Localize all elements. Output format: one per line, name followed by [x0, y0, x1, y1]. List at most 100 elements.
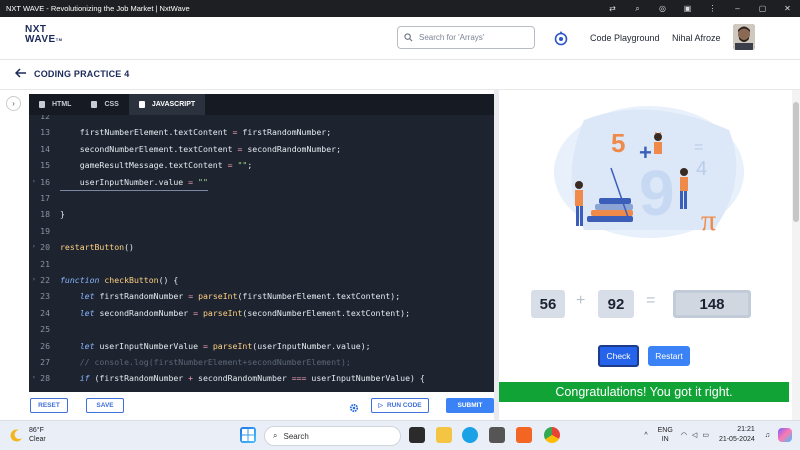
css-file-icon — [91, 101, 98, 108]
battery-icon[interactable]: ▭ — [702, 431, 709, 439]
code-line[interactable]: 28 › if (firstRandomNumber + secondRandom… — [29, 370, 494, 386]
left-strip: › — [0, 90, 28, 420]
minimize-icon[interactable]: – — [725, 4, 750, 13]
code-line[interactable]: 26 let userInputNumberValue = parseInt(u… — [29, 338, 494, 354]
code-line[interactable]: 22 › function checkButton() { — [29, 272, 494, 288]
avatar[interactable] — [733, 24, 755, 50]
fold-arrow-icon[interactable]: › — [32, 272, 36, 288]
code-text: let firstRandomNumber = parseInt(firstNu… — [79, 291, 401, 302]
nxtwave-app-icon[interactable] — [409, 427, 425, 443]
moon-icon — [10, 429, 22, 442]
nxtwave-logo[interactable]: NXT WAVETM — [25, 25, 63, 45]
copilot-icon[interactable] — [778, 428, 792, 442]
search-input[interactable]: Search for 'Arrays' — [397, 26, 535, 49]
code-line[interactable]: 24 let secondRandomNumber = parseInt(sec… — [29, 305, 494, 321]
brave-icon[interactable] — [516, 427, 532, 443]
user-input-field[interactable]: 148 — [673, 290, 751, 318]
svg-text:9: 9 — [639, 157, 675, 229]
code-playground-link[interactable]: Code Playground — [590, 33, 660, 43]
taskbar-search-label: Search — [283, 431, 309, 441]
code-line[interactable]: 18} — [29, 206, 494, 222]
menu-icon[interactable]: ⋮ — [700, 4, 725, 13]
reset-button[interactable]: RESET — [30, 398, 68, 413]
cube-app-icon[interactable] — [489, 427, 505, 443]
wifi-icon[interactable]: ◠ — [681, 431, 687, 439]
line-number: 21 — [40, 258, 50, 269]
code-text: restartButton() — [60, 242, 134, 253]
code-line[interactable]: 23 let firstRandomNumber = parseInt(firs… — [29, 288, 494, 304]
weather-desc: Clear — [29, 436, 46, 443]
system-tray: ^ ENG IN ◠ ◁ ▭ 21:21 21-05-2024 ♫ — [644, 425, 792, 445]
line-number: 19 — [40, 225, 50, 236]
clock[interactable]: 21:21 21-05-2024 — [719, 425, 755, 445]
code-line[interactable]: 13 firstNumberElement.textContent = firs… — [29, 124, 494, 140]
code-area[interactable]: 12 13 firstNumberElement.textContent = fi… — [29, 115, 494, 392]
translate-icon[interactable]: ⇄ — [600, 4, 625, 13]
maximize-icon[interactable]: ▢ — [750, 4, 775, 13]
code-line[interactable]: 19 — [29, 223, 494, 239]
notification-bell-icon[interactable]: ♫ — [765, 432, 770, 439]
code-line[interactable]: 12 — [29, 115, 494, 124]
js-file-icon — [138, 101, 145, 108]
code-line[interactable]: 21 — [29, 256, 494, 272]
clock-time: 21:21 — [737, 426, 755, 433]
zoom-icon[interactable]: ⌕ — [625, 4, 650, 14]
submit-button[interactable]: SUBMIT — [446, 398, 494, 413]
editor-actions: RESET SAVE ▷ RUN CODE SUBMIT — [0, 395, 495, 420]
tab-html[interactable]: HTML — [29, 94, 81, 115]
code-line[interactable]: 14 secondNumberElement.textContent = sec… — [29, 141, 494, 157]
windows-taskbar: 86°F Clear ⌕ Search ^ ENG IN ◠ ◁ ▭ 21:21 21… — [0, 420, 800, 450]
eye-off-icon[interactable]: ◎ — [650, 4, 675, 13]
fold-arrow-icon[interactable]: › — [32, 174, 36, 190]
code-line[interactable]: 17 — [29, 190, 494, 206]
clock-date: 21-05-2024 — [718, 436, 755, 443]
restart-button[interactable]: Restart — [648, 346, 690, 366]
user-name[interactable]: Nihal Afroze — [672, 33, 721, 43]
scrollbar-thumb[interactable] — [793, 102, 799, 222]
fold-arrow-icon[interactable]: › — [32, 370, 36, 386]
tab-javascript[interactable]: JAVASCRIPT — [128, 94, 206, 115]
code-line[interactable]: 20 › restartButton() — [29, 239, 494, 255]
search-placeholder: Search for 'Arrays' — [419, 33, 485, 42]
edge-icon[interactable] — [462, 427, 478, 443]
preview-scrollbar[interactable] — [792, 90, 800, 420]
line-number: 24 — [40, 307, 50, 318]
save-button[interactable]: SAVE — [86, 398, 124, 413]
close-icon[interactable]: ✕ — [775, 4, 800, 13]
volume-icon[interactable]: ◁ — [692, 431, 697, 439]
tab-javascript-label: JAVASCRIPT — [151, 101, 196, 108]
streak-icon[interactable] — [553, 30, 569, 51]
code-editor[interactable]: HTML CSS JAVASCRIPT 12 13 firstNumberElem… — [29, 94, 494, 392]
taskbar-search-icon: ⌕ — [273, 431, 278, 440]
code-line[interactable]: 16 › userInputNumber.value = "" — [29, 174, 494, 191]
language-indicator[interactable]: ENG IN — [658, 426, 673, 444]
expand-panel-button[interactable]: › — [6, 96, 21, 111]
code-line[interactable]: 25 — [29, 321, 494, 337]
weather-widget[interactable]: 86°F Clear — [10, 426, 46, 444]
run-code-label: RUN CODE — [386, 402, 422, 409]
run-code-button[interactable]: ▷ RUN CODE — [371, 398, 429, 413]
line-number: 15 — [40, 160, 50, 171]
code-text: gameResultMessage.textContent = ""; — [60, 160, 253, 171]
window-title: NXT WAVE - Revolutionizing the Job Marke… — [6, 4, 190, 13]
taskbar-search[interactable]: ⌕ Search — [264, 426, 401, 446]
code-text: let userInputNumberValue = parseInt(user… — [79, 340, 371, 351]
code-line[interactable]: 15 gameResultMessage.textContent = ""; — [29, 157, 494, 173]
check-button[interactable]: Check — [598, 345, 639, 367]
file-explorer-icon[interactable] — [436, 427, 452, 443]
lang-code: ENG — [657, 427, 673, 434]
editor-tabs: HTML CSS JAVASCRIPT — [29, 94, 494, 115]
settings-gear-icon[interactable] — [349, 400, 359, 418]
back-arrow-icon[interactable] — [14, 68, 27, 81]
code-line[interactable]: 27 // console.log(firstNumberElement+sec… — [29, 354, 494, 370]
windows-start-icon[interactable] — [240, 427, 256, 443]
svg-text:=: = — [694, 139, 703, 156]
equals-sign: = — [646, 292, 656, 309]
tray-chevron-icon[interactable]: ^ — [644, 432, 647, 439]
line-number: 27 — [40, 357, 50, 367]
fold-arrow-icon[interactable]: › — [32, 239, 36, 255]
chrome-icon[interactable] — [544, 427, 560, 443]
tab-html-label: HTML — [52, 101, 72, 108]
extensions-icon[interactable]: ▣ — [675, 4, 700, 13]
tab-css[interactable]: CSS — [81, 94, 128, 115]
